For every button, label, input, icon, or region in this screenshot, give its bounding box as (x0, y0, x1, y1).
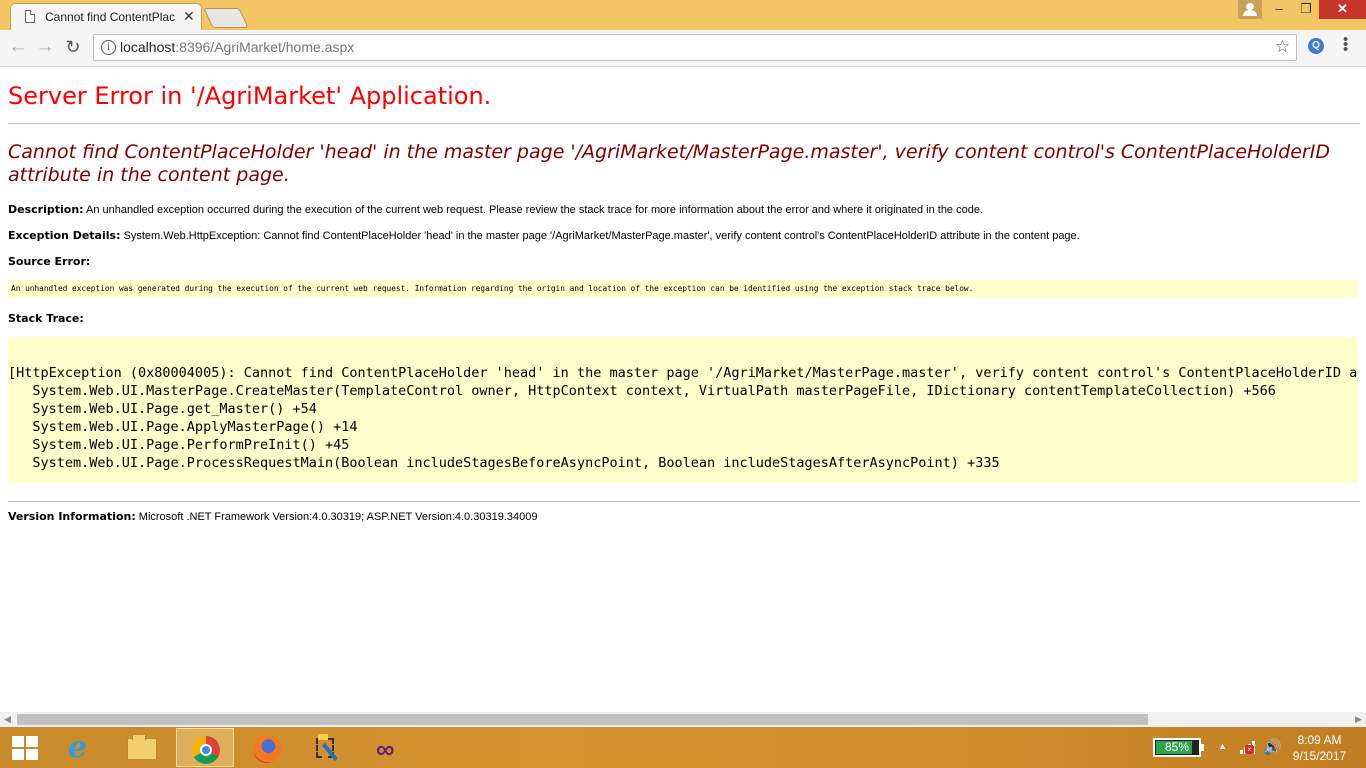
reload-icon[interactable]: ↻ (62, 36, 84, 58)
firefox-icon (253, 735, 281, 763)
exception-details: Exception Details: System.Web.HttpExcept… (8, 229, 1080, 242)
forward-arrow-icon[interactable]: → (34, 36, 56, 58)
battery-percent: 85% (1164, 740, 1190, 754)
tab-title: Cannot find ContentPlaceHolder 'head' in… (45, 10, 175, 24)
stack-trace-line: System.Web.UI.Page.ApplyMasterPage() +14 (8, 419, 358, 435)
internet-explorer-button[interactable]: e (52, 728, 110, 767)
windows-start-icon[interactable] (12, 736, 38, 760)
battery-icon[interactable]: 85% (1153, 738, 1204, 757)
stack-trace-line: [HttpException (0x80004005): Cannot find… (8, 365, 1358, 381)
tab-close-icon[interactable]: ✕ (183, 8, 195, 24)
browser-tab[interactable]: Cannot find ContentPlaceHolder 'head' in… (10, 3, 202, 30)
exception-label: Exception Details: (8, 229, 121, 242)
page-content: Server Error in '/AgriMarket' Applicatio… (0, 67, 1366, 712)
scroll-right-icon[interactable]: ▶ (1355, 714, 1362, 725)
stack-trace-line: System.Web.UI.MasterPage.CreateMaster(Te… (8, 383, 1276, 399)
browser-title-bar: Cannot find ContentPlaceHolder 'head' in… (0, 0, 1366, 30)
browser-toolbar: ← → ↻ i localhost:8396/AgriMarket/home.a… (0, 30, 1366, 67)
user-profile-icon[interactable] (1238, 0, 1262, 19)
stack-trace-heading: Stack Trace: (8, 312, 84, 325)
scrollbar-thumb[interactable] (17, 714, 1148, 725)
version-label: Version Information: (8, 510, 136, 523)
new-tab-button[interactable] (203, 8, 249, 28)
address-bar[interactable]: i localhost:8396/AgriMarket/home.aspx ☆ (93, 34, 1297, 61)
snipping-tool-icon (316, 734, 342, 762)
chrome-icon (192, 736, 220, 764)
description: Description: An unhandled exception occu… (8, 203, 983, 216)
visual-studio-button[interactable]: ∞ (362, 728, 420, 767)
horizontal-scrollbar[interactable]: ◀ ▶ (0, 712, 1366, 727)
back-arrow-icon[interactable]: ← (7, 36, 29, 58)
stack-trace-box: [HttpException (0x80004005): Cannot find… (8, 337, 1358, 483)
stack-trace-line: System.Web.UI.Page.get_Master() +54 (8, 401, 317, 417)
source-error-box: An unhandled exception was generated dur… (8, 280, 1358, 298)
version-information: Version Information: Microsoft .NET Fram… (8, 510, 537, 523)
description-label: Description: (8, 203, 84, 216)
extension-icon[interactable]: Q (1308, 38, 1324, 54)
show-hidden-icons-icon[interactable]: ▲ (1218, 741, 1227, 751)
chrome-button[interactable] (176, 728, 234, 767)
divider (8, 501, 1360, 502)
error-message: Cannot find ContentPlaceHolder 'head' in… (8, 141, 1330, 186)
clock-date: 9/15/2017 (1292, 749, 1347, 763)
stack-trace-line: System.Web.UI.Page.PerformPreInit() +45 (8, 437, 350, 453)
minimize-button[interactable]: – (1265, 0, 1293, 19)
url-text[interactable]: localhost:8396/AgriMarket/home.aspx (120, 39, 354, 55)
internet-explorer-icon: e (68, 730, 88, 765)
divider (8, 123, 1360, 124)
system-clock[interactable]: 8:09 AM 9/15/2017 (1282, 732, 1357, 764)
close-window-button[interactable]: ✕ (1319, 0, 1366, 19)
maximize-button[interactable]: ❐ (1293, 0, 1319, 19)
file-explorer-button[interactable] (113, 728, 171, 767)
stack-trace-label: Stack Trace: (8, 312, 84, 325)
snipping-tool-button[interactable] (300, 728, 358, 767)
scroll-left-icon[interactable]: ◀ (4, 714, 11, 725)
visual-studio-icon: ∞ (376, 734, 395, 764)
url-host: localhost (120, 39, 176, 55)
page-title: Server Error in '/AgriMarket' Applicatio… (8, 82, 492, 110)
source-error-label: Source Error: (8, 255, 91, 268)
firefox-button[interactable] (238, 728, 296, 767)
page-icon (25, 10, 35, 23)
url-path: :8396/AgriMarket/home.aspx (175, 39, 355, 55)
taskbar: e ∞ 85% ▲ × 🔊 8:09 AM 9/15/2017 (0, 727, 1366, 768)
network-icon[interactable]: × (1240, 740, 1256, 754)
menu-icon[interactable]: • • • (1343, 32, 1349, 57)
clock-time: 8:09 AM (1297, 733, 1342, 747)
folder-icon (127, 734, 157, 760)
stack-trace-line: System.Web.UI.Page.ProcessRequestMain(Bo… (8, 455, 1000, 471)
version-text: Microsoft .NET Framework Version:4.0.303… (135, 511, 538, 523)
description-text: An unhandled exception occurred during t… (83, 204, 984, 216)
exception-text: System.Web.HttpException: Cannot find Co… (120, 230, 1080, 242)
info-icon[interactable]: i (101, 40, 116, 55)
bookmark-star-icon[interactable]: ☆ (1275, 37, 1290, 57)
volume-icon[interactable]: 🔊 (1263, 738, 1282, 756)
source-error-heading: Source Error: (8, 255, 90, 268)
